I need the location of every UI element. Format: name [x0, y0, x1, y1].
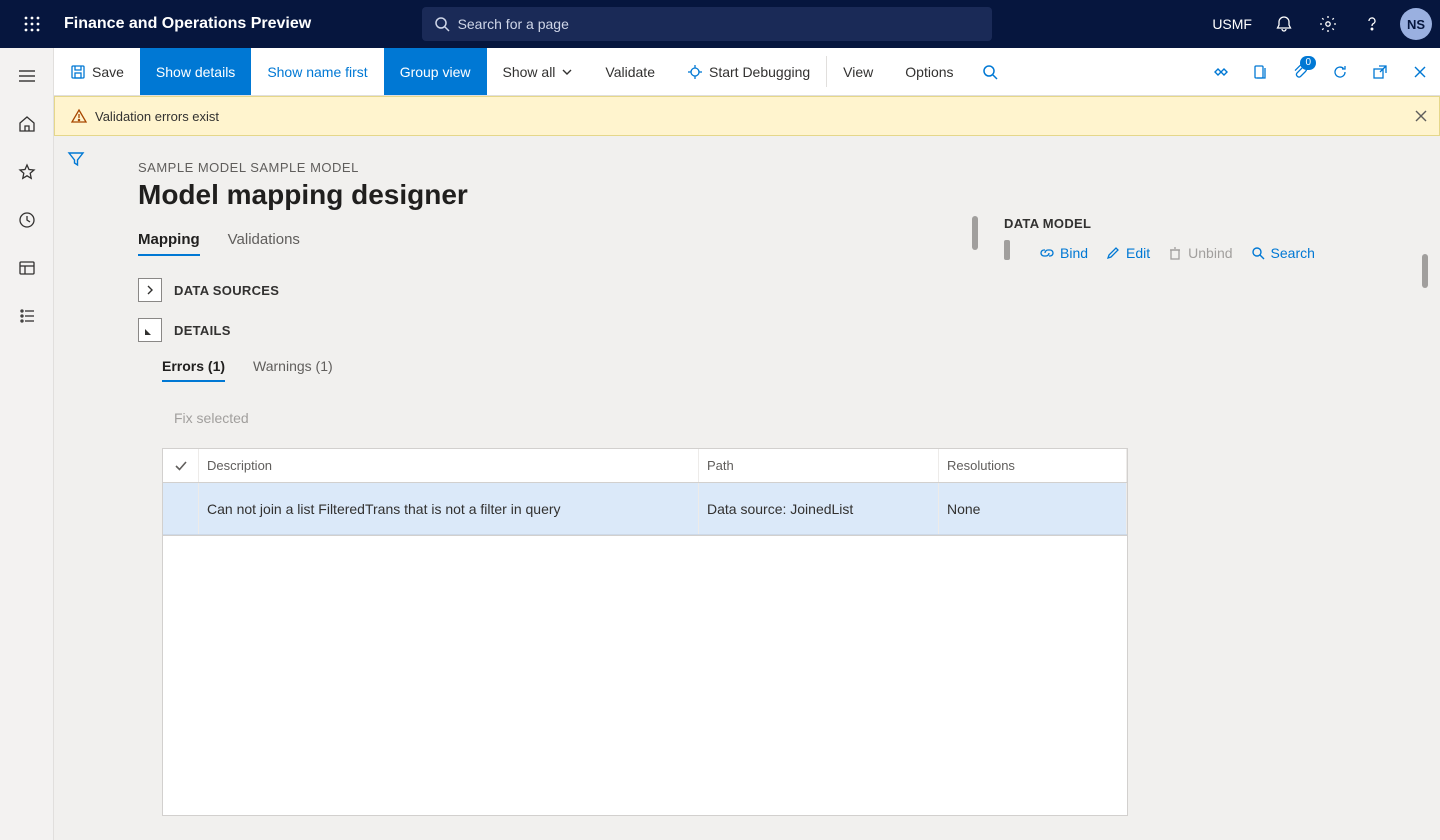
search-icon: [434, 16, 450, 32]
subtab-warnings[interactable]: Warnings (1): [253, 358, 333, 382]
top-navbar: Finance and Operations Preview USMF NS: [0, 0, 1440, 48]
attachments-count: 0: [1300, 56, 1316, 70]
search-icon: [1251, 246, 1265, 260]
validation-banner: Validation errors exist: [54, 96, 1440, 136]
find-icon[interactable]: [970, 48, 1010, 95]
details-toggle[interactable]: [138, 318, 162, 342]
unbind-icon: [1168, 246, 1182, 260]
row-select[interactable]: [163, 483, 199, 534]
table-empty-space: [162, 536, 1128, 816]
warning-icon: [71, 108, 87, 124]
workspaces-icon[interactable]: [7, 248, 47, 288]
refresh-icon[interactable]: [1320, 48, 1360, 95]
chevron-down-icon: [561, 66, 573, 78]
app-launcher-icon[interactable]: [8, 16, 56, 32]
avatar[interactable]: NS: [1400, 8, 1432, 40]
content-area: SAMPLE MODEL SAMPLE MODEL Model mapping …: [54, 136, 1440, 840]
column-resolutions[interactable]: Resolutions: [939, 449, 1127, 482]
tab-mapping[interactable]: Mapping: [138, 231, 200, 256]
search-button[interactable]: Search: [1251, 245, 1315, 261]
checkmark-icon: [174, 459, 188, 473]
data-sources-label: DATA SOURCES: [174, 283, 279, 298]
company-label[interactable]: USMF: [1212, 16, 1252, 32]
show-details-button[interactable]: Show details: [140, 48, 251, 95]
app-title: Finance and Operations Preview: [64, 15, 311, 33]
page-body: SAMPLE MODEL SAMPLE MODEL Model mapping …: [98, 136, 1440, 840]
drag-handle-icon[interactable]: [1004, 240, 1010, 260]
data-model-panel: DATA MODEL Bind Edit Unbind Search: [1004, 216, 1420, 261]
column-select-all[interactable]: [163, 449, 199, 482]
action-ribbon: Save Show details Show name first Group …: [54, 48, 1440, 96]
view-menu[interactable]: View: [827, 48, 889, 95]
global-search-input[interactable]: [458, 16, 980, 32]
bind-icon: [1040, 246, 1054, 260]
column-path[interactable]: Path: [699, 449, 939, 482]
unbind-button: Unbind: [1168, 245, 1232, 261]
help-icon[interactable]: [1352, 4, 1392, 44]
close-icon[interactable]: [1400, 48, 1440, 95]
start-debugging-button[interactable]: Start Debugging: [671, 48, 826, 95]
attachments-icon[interactable]: 0: [1280, 48, 1320, 95]
gear-icon[interactable]: [1308, 4, 1348, 44]
save-label: Save: [92, 64, 124, 80]
tab-validations[interactable]: Validations: [228, 231, 300, 256]
splitter-handle-left[interactable]: [972, 216, 978, 250]
breadcrumb: SAMPLE MODEL SAMPLE MODEL: [138, 160, 1440, 175]
show-all-dropdown[interactable]: Show all: [487, 48, 590, 95]
nav-expand-icon[interactable]: [7, 56, 47, 96]
popout-icon[interactable]: [1360, 48, 1400, 95]
validate-button[interactable]: Validate: [589, 48, 671, 95]
data-model-title: DATA MODEL: [1004, 216, 1420, 231]
favorites-icon[interactable]: [7, 152, 47, 192]
cell-resolutions: None: [939, 483, 1127, 534]
banner-text: Validation errors exist: [95, 109, 219, 124]
chevron-right-icon: [145, 285, 155, 295]
group-view-button[interactable]: Group view: [384, 48, 487, 95]
edit-button[interactable]: Edit: [1106, 245, 1150, 261]
page-title: Model mapping designer: [138, 179, 1440, 211]
cell-path: Data source: JoinedList: [699, 483, 939, 534]
filter-icon[interactable]: [67, 150, 85, 840]
options-menu[interactable]: Options: [889, 48, 969, 95]
banner-close-icon[interactable]: [1415, 110, 1427, 122]
data-sources-toggle[interactable]: [138, 278, 162, 302]
column-description[interactable]: Description: [199, 449, 699, 482]
recent-icon[interactable]: [7, 200, 47, 240]
details-label: DETAILS: [174, 323, 231, 338]
show-name-first-button[interactable]: Show name first: [251, 48, 383, 95]
cell-description: Can not join a list FilteredTrans that i…: [199, 483, 699, 534]
global-search[interactable]: [422, 7, 992, 41]
filter-rail: [54, 136, 98, 840]
left-nav-rail: [0, 48, 54, 840]
details-subtabs: Errors (1) Warnings (1): [162, 358, 1440, 382]
fix-selected-link: Fix selected: [174, 410, 1440, 426]
personalize-icon[interactable]: [1200, 48, 1240, 95]
collapse-icon: [144, 324, 156, 336]
bind-button[interactable]: Bind: [1040, 245, 1088, 261]
page-options-icon[interactable]: [1240, 48, 1280, 95]
home-icon[interactable]: [7, 104, 47, 144]
splitter-handle-right[interactable]: [1422, 254, 1428, 288]
edit-icon: [1106, 246, 1120, 260]
errors-table: Description Path Resolutions Can not joi…: [162, 448, 1128, 536]
table-row[interactable]: Can not join a list FilteredTrans that i…: [163, 483, 1127, 535]
notifications-icon[interactable]: [1264, 4, 1304, 44]
save-button[interactable]: Save: [54, 48, 140, 95]
modules-icon[interactable]: [7, 296, 47, 336]
subtab-errors[interactable]: Errors (1): [162, 358, 225, 382]
